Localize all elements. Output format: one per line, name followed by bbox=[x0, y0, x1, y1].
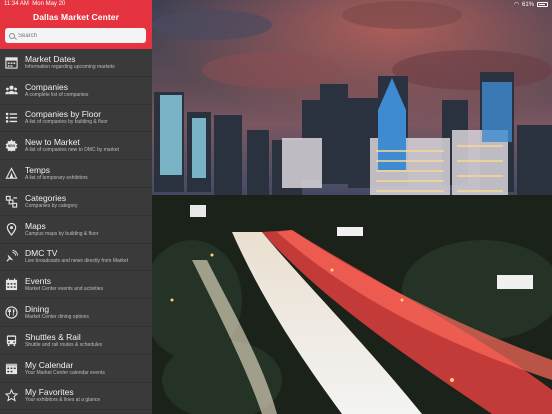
list-icon bbox=[4, 110, 19, 125]
dining-icon bbox=[4, 305, 19, 320]
menu-item-my-favorites[interactable]: My Favorites Your exhibitors & lines at a… bbox=[0, 383, 152, 411]
menu-subtitle: Market Center events and activities bbox=[25, 286, 104, 293]
menu-title: New to Market bbox=[25, 137, 80, 148]
skyline-illustration bbox=[152, 0, 552, 414]
menu-subtitle: Information regarding upcoming markets bbox=[25, 63, 115, 70]
battery-icon bbox=[537, 2, 548, 7]
menu-item-market-dates[interactable]: Market Dates Information regarding upcomi… bbox=[0, 49, 152, 77]
menu-subtitle: Live broadcasts and news directly from M… bbox=[25, 258, 129, 265]
search-bar[interactable] bbox=[5, 28, 146, 43]
menu-list: Market Dates Information regarding upcomi… bbox=[0, 49, 152, 411]
menu-subtitle: A complete list of companies bbox=[25, 91, 89, 98]
menu-title: Maps bbox=[25, 220, 46, 231]
menu-item-temps[interactable]: Temps A list of temporary exhibitors bbox=[0, 160, 152, 188]
status-right: ◠ 61% bbox=[514, 1, 548, 8]
menu-title: Companies bbox=[25, 81, 68, 92]
satellite-icon bbox=[4, 249, 19, 264]
menu-item-dining[interactable]: Dining Market Center dining options bbox=[0, 299, 152, 327]
bus-icon bbox=[4, 333, 19, 348]
menu-title: Market Dates bbox=[25, 53, 76, 64]
app-title: Dallas Market Center bbox=[32, 12, 120, 22]
menu-item-shuttles-rail[interactable]: Shuttles & Rail Shuttle and rail routes &… bbox=[0, 327, 152, 355]
menu-item-maps[interactable]: Maps Campus maps by building & floor bbox=[0, 216, 152, 244]
new-badge-icon: NEW bbox=[4, 138, 19, 153]
menu-subtitle: Your Market Center calendar events bbox=[25, 369, 105, 376]
menu-subtitle: A list of companies by building & floor bbox=[25, 119, 108, 126]
menu-subtitle: Your exhibitors & lines at a glance bbox=[25, 397, 101, 404]
people-icon bbox=[4, 83, 19, 98]
menu-title: Shuttles & Rail bbox=[25, 331, 81, 342]
menu-title: Companies by Floor bbox=[25, 109, 102, 120]
menu-subtitle: A list of temporary exhibitors bbox=[25, 175, 88, 182]
menu-title: Temps bbox=[25, 165, 51, 176]
menu-title: Events bbox=[25, 276, 51, 287]
map-pin-icon bbox=[4, 222, 19, 237]
menu-subtitle: Campus maps by building & floor bbox=[25, 230, 99, 237]
dallas-skyline-image bbox=[152, 0, 552, 414]
menu-item-companies[interactable]: Companies A complete list of companies bbox=[0, 77, 152, 105]
menu-item-companies-by-floor[interactable]: Companies by Floor A list of companies by… bbox=[0, 105, 152, 133]
status-bar: 11:34 AM Mon May 20 ◠ 61% bbox=[0, 0, 552, 10]
menu-item-dmc-tv[interactable]: DMC TV Live broadcasts and news directly … bbox=[0, 244, 152, 272]
menu-item-new-to-market[interactable]: NEW New to Market A list of companies new… bbox=[0, 132, 152, 161]
menu-subtitle: Market Center dining options bbox=[25, 314, 89, 321]
svg-text:NEW: NEW bbox=[8, 144, 15, 148]
status-date: Mon May 20 bbox=[32, 1, 66, 7]
categories-icon bbox=[4, 194, 19, 209]
sidebar: Dallas Market Center Market DatesInforma… bbox=[0, 0, 152, 414]
menu-item-events[interactable]: Events Market Center events and activitie… bbox=[0, 271, 152, 300]
menu-title: Dining bbox=[25, 304, 50, 315]
menu-item-categories[interactable]: Categories Companies by category bbox=[0, 188, 152, 216]
search-input[interactable] bbox=[18, 32, 138, 39]
menu-title: My Favorites bbox=[25, 387, 74, 398]
my-calendar-icon bbox=[4, 361, 19, 376]
menu-title: My Calendar bbox=[25, 359, 74, 370]
calendar-icon bbox=[4, 55, 19, 70]
status-time-date: 11:34 AM Mon May 20 bbox=[4, 1, 65, 7]
battery-percentage: 61% bbox=[521, 1, 534, 8]
menu-subtitle: Shuttle and rail routes & schedules bbox=[25, 341, 103, 348]
menu-title: DMC TV bbox=[25, 248, 58, 259]
events-calendar-icon bbox=[4, 277, 19, 292]
menu-item-my-calendar[interactable]: My Calendar Your Market Center calendar e… bbox=[0, 355, 152, 383]
status-time: 11:34 AM bbox=[4, 1, 29, 7]
menu-title: Categories bbox=[25, 192, 67, 203]
tent-icon bbox=[4, 166, 19, 181]
menu-subtitle: Companies by category bbox=[25, 202, 78, 209]
menu-subtitle: A list of companies new to DMC by market bbox=[25, 147, 119, 154]
search-icon bbox=[9, 32, 15, 39]
wifi-icon: ◠ bbox=[513, 2, 519, 8]
star-icon bbox=[4, 388, 19, 403]
